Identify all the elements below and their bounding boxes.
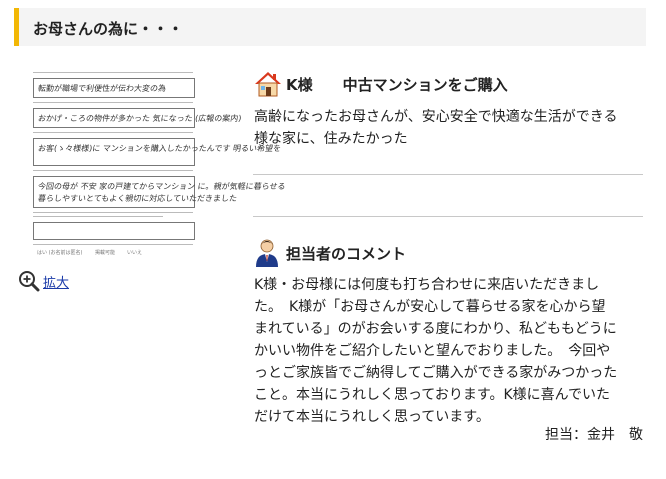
answer-box: 転勤が職場で利便性が伝わ大変の為 (33, 78, 195, 98)
checkbox-label-1: はい (お名前は匿名) (37, 250, 83, 256)
comment-line: こと。本当にうれしく思っております。K様に喜んでいた (254, 387, 610, 403)
comment-text: K様・お母様には何度も打ち合わせに来店いただきまし た。 K様が「お母さんが安心… (254, 274, 617, 428)
checkbox-label-2: 掲載可能 (95, 250, 116, 256)
house-icon (255, 72, 281, 97)
answer-box: おかげ・ころの物件が多かった 気になった (広報の案内) (33, 108, 242, 128)
purchase-title: K様 中古マンションをご購入 (286, 75, 508, 94)
handwriting-4: 今回の母が 不安 家の戸建てからマンション に。親が気軽に暮らせる (37, 182, 287, 191)
section-header: お母さんの為に・・・ (14, 8, 646, 46)
zoom-control[interactable]: 拡大 (18, 270, 69, 292)
purchase-line: 高齢になったお母さんが、安心安全で快適な生活ができる (254, 109, 618, 125)
form-line (33, 170, 193, 171)
checkbox-label-3: いいえ (127, 250, 143, 256)
magnifier-plus-icon[interactable] (18, 270, 40, 292)
section-title: お母さんの為に・・・ (33, 20, 184, 38)
questionnaire-image[interactable]: 転勤が職場で利便性が伝わ大変の為 おかげ・ころの物件が多かった 気になった (広… (15, 66, 286, 261)
answer-box: お客(ゝ々様様)に マンションを購入したかったんです 明るい希望を (33, 138, 282, 166)
form-line (33, 102, 193, 103)
zoom-link[interactable]: 拡大 (43, 272, 69, 291)
purchase-heading: K様 中古マンションをご購入 (254, 70, 508, 98)
purchase-text: 高齢になったお母さんが、安心安全で快適な生活ができる 様な家に、住みたかった (254, 106, 617, 150)
comment-line: かいい物件をご紹介したいと望んでおりました。 今回や (254, 343, 611, 359)
handwriting-1: 転勤が職場で利便性が伝わ大変の為 (37, 84, 167, 93)
comment-line: た。 K様が「お母さんが安心して暮らせる家を心から望 (254, 299, 606, 315)
handwriting-2: おかげ・ころの物件が多かった 気になった (広報の案内) (37, 114, 242, 123)
comment-title: 担当者のコメント (286, 244, 407, 263)
form-line (33, 132, 193, 133)
answer-box: 今回の母が 不安 家の戸建てからマンション に。親が気軽に暮らせる 暮らしやすい… (33, 176, 286, 208)
purchase-line: 様な家に、住みたかった (254, 131, 408, 147)
handwriting-3: お客(ゝ々様様)に マンションを購入したかったんです 明るい希望を (37, 144, 282, 153)
comment-heading: 担当者のコメント (254, 238, 406, 268)
handwriting-5: 暮らしやすいとてもよく親切に対応していただきました (37, 194, 238, 203)
staff-person-icon (256, 239, 278, 267)
form-line (33, 212, 193, 213)
answer-box (33, 222, 195, 240)
comment-line: まれている」のがお会いする度にわかり、私どももどうに (254, 321, 617, 337)
staff-signature: 担当：金井 敬 (545, 427, 643, 443)
divider (253, 174, 643, 175)
comment-line: っとご家族皆でご納得してご購入ができる家がみつかった (254, 365, 618, 381)
divider (253, 216, 643, 217)
comment-line: K様・お母様には何度も打ち合わせに来店いただきまし (254, 277, 600, 293)
form-line (33, 72, 193, 73)
form-line (33, 244, 193, 245)
form-line (33, 216, 163, 217)
